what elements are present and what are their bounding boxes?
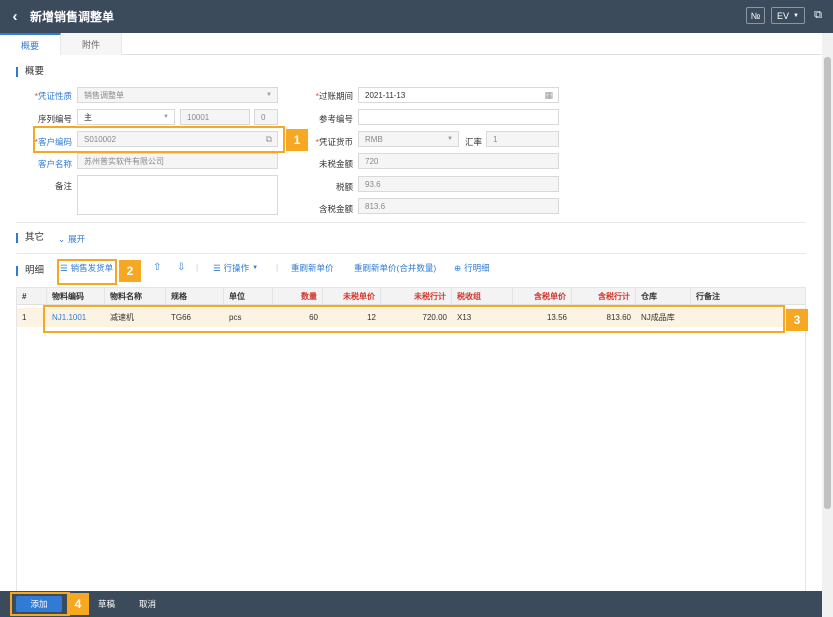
- callout-box-1: [33, 126, 285, 153]
- ev-dropdown[interactable]: EV ▼: [771, 7, 805, 24]
- caret-down-icon: ▼: [163, 114, 169, 120]
- tab-summary[interactable]: 概要: [0, 33, 61, 55]
- column-header: 单位: [224, 288, 273, 305]
- column-header: 规格: [166, 288, 224, 305]
- caret-down-icon: ▼: [793, 12, 799, 19]
- column-header: 未税单价: [323, 288, 381, 305]
- chevron-left-icon[interactable]: ‹: [0, 8, 30, 25]
- caret-down-icon: ▼: [266, 92, 272, 98]
- post-period-label: 过账期间: [308, 90, 353, 102]
- tab-attachments[interactable]: 附件: [61, 33, 122, 55]
- column-header: 物料名称: [105, 288, 166, 305]
- serial-no-label: 序列编号: [37, 114, 72, 124]
- callout-box-2: [57, 259, 117, 285]
- voucher-type-value: 销售调整单: [84, 90, 124, 100]
- toolbar-separator: |: [196, 262, 199, 272]
- remark-label: 备注: [54, 181, 72, 191]
- menu-icon: ☰: [213, 262, 221, 273]
- column-header: 仓库: [636, 288, 691, 305]
- app-header: ‹ 新增销售调整单 № EV ▼ ⧉: [0, 0, 833, 33]
- tab-bar: 概要 附件: [0, 33, 822, 55]
- row-ops-dropdown[interactable]: ☰ 行操作 ▼: [213, 262, 258, 274]
- column-header: 含税行计: [572, 288, 636, 305]
- customer-name-field: 苏州普实软件有限公司: [77, 153, 278, 169]
- section-summary-title: 概要: [16, 67, 44, 77]
- column-header: 行备注: [696, 292, 720, 301]
- column-header: 含税单价: [513, 288, 572, 305]
- taxed-field: 813.6: [358, 198, 559, 214]
- serial-no-suffix: 0: [254, 109, 278, 125]
- serial-no-number: 10001: [180, 109, 250, 125]
- vertical-scrollbar[interactable]: [822, 33, 833, 617]
- exchange-field: 1: [486, 131, 559, 147]
- serial-no-select[interactable]: 主 ▼: [77, 109, 175, 125]
- taxed-label: 含税金额: [318, 204, 353, 214]
- exchange-label: 汇率: [464, 137, 482, 147]
- remark-textarea[interactable]: [77, 175, 278, 215]
- tax-field: 93.6: [358, 176, 559, 192]
- ref-no-label: 参考编号: [318, 114, 353, 124]
- column-header: 物料编码: [47, 288, 105, 305]
- divider: [16, 222, 806, 223]
- column-header: 未税行计: [381, 288, 452, 305]
- draft-button[interactable]: 草稿: [88, 598, 125, 610]
- ref-no-input[interactable]: [358, 109, 559, 125]
- currency-value: RMB: [365, 134, 383, 144]
- tax-label: 税额: [335, 182, 353, 192]
- currency-label: 凭证货币: [308, 136, 353, 148]
- number-button[interactable]: №: [746, 7, 766, 24]
- row-detail-button[interactable]: ⊕ 行明细: [454, 262, 490, 274]
- untaxed-field: 720: [358, 153, 559, 169]
- callout-badge-1: 1: [286, 129, 308, 151]
- refresh-price-merge-button[interactable]: 重刷新单价(合并数量): [354, 262, 436, 274]
- toolbar-separator: |: [276, 262, 279, 272]
- arrow-down-icon[interactable]: ⇩: [177, 262, 185, 273]
- footer-bar: 添加 草稿 取消: [0, 591, 822, 617]
- row-detail-label: 行明细: [464, 263, 490, 273]
- section-detail-title: 明细: [16, 266, 44, 276]
- page-title: 新增销售调整单: [30, 10, 115, 24]
- callout-badge-2: 2: [119, 260, 141, 282]
- currency-select[interactable]: RMB ▼: [358, 131, 459, 147]
- table-header: # 物料编码 物料名称 规格 单位 数量 未税单价 未税行计 税收组 含税单价 …: [17, 288, 805, 305]
- calendar-icon[interactable]: ▦: [544, 90, 553, 101]
- serial-no-value: 主: [84, 112, 92, 122]
- external-link-icon[interactable]: ⧉: [811, 9, 825, 22]
- post-period-value: 2021-11-13: [365, 90, 406, 100]
- callout-box-4: [10, 592, 70, 616]
- post-period-date[interactable]: 2021-11-13 ▦: [358, 87, 559, 103]
- untaxed-label: 未税金额: [318, 159, 353, 169]
- callout-badge-3: 3: [786, 309, 808, 331]
- callout-badge-4: 4: [67, 593, 89, 615]
- chevron-down-icon: ⌄: [58, 233, 66, 244]
- arrow-up-icon[interactable]: ⇧: [153, 262, 161, 273]
- row-ops-label: 行操作: [223, 263, 250, 273]
- ev-label: EV: [777, 10, 790, 21]
- expand-link[interactable]: ⌄ 展开: [58, 233, 85, 245]
- divider: [16, 253, 806, 254]
- callout-box-3: [43, 305, 785, 333]
- cancel-button[interactable]: 取消: [129, 598, 166, 610]
- section-other-title: 其它: [16, 233, 44, 243]
- refresh-price-button[interactable]: 重刷新单价: [291, 262, 334, 274]
- voucher-type-select[interactable]: 销售调整单 ▼: [77, 87, 278, 103]
- customer-name-label: 客户名称: [37, 159, 72, 169]
- caret-down-icon: ▼: [252, 265, 259, 271]
- zoom-in-icon: ⊕: [454, 262, 462, 273]
- caret-down-icon: ▼: [447, 136, 453, 142]
- column-header: 数量: [273, 288, 323, 305]
- column-header: #: [17, 288, 47, 305]
- expand-label: 展开: [68, 234, 86, 244]
- scrollbar-thumb[interactable]: [824, 57, 831, 509]
- voucher-type-label: 凭证性质: [30, 90, 72, 102]
- column-header: 税收组: [452, 288, 513, 305]
